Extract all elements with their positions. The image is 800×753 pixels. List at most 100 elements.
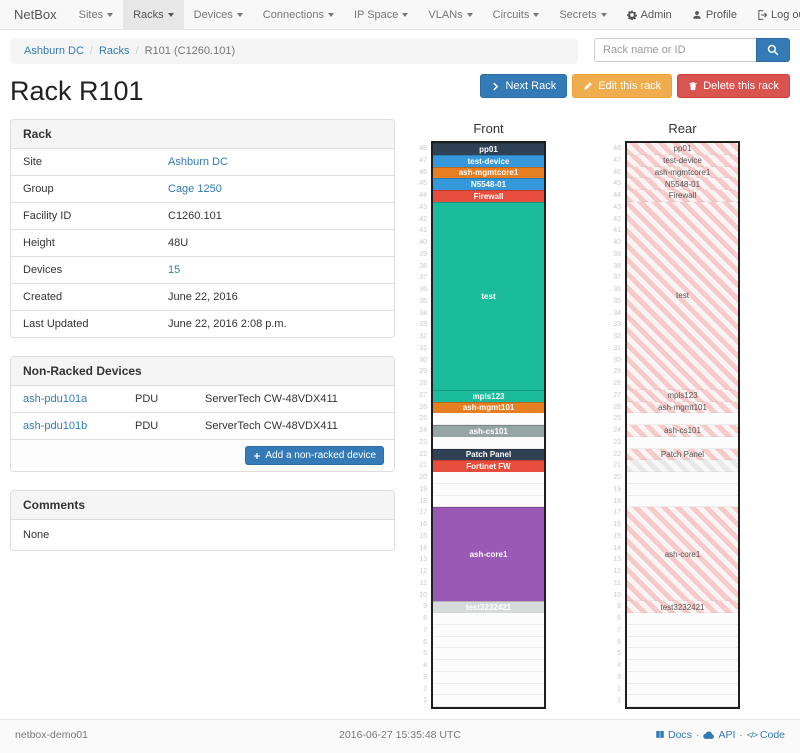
- nav-item-ip-space[interactable]: IP Space: [344, 0, 418, 29]
- footer-link-api[interactable]: API: [703, 729, 735, 741]
- nav-item-racks[interactable]: Racks: [123, 0, 184, 29]
- rack-unit-device[interactable]: pp01: [627, 143, 738, 155]
- rack-unit-device[interactable]: ash-mgmt101: [627, 402, 738, 414]
- unit-number: 38: [607, 261, 621, 273]
- rack-unit-device[interactable]: mpls123: [433, 390, 544, 402]
- breadcrumb-item[interactable]: Ashburn DC: [24, 45, 84, 57]
- unit-number: 27: [413, 390, 427, 402]
- rack-unit-device[interactable]: Fortinet FW: [433, 460, 544, 472]
- rack-unit-device[interactable]: ash-mgmt101: [433, 402, 544, 414]
- next-rack-button[interactable]: Next Rack: [480, 74, 567, 98]
- unit-number: 19: [607, 484, 621, 496]
- rack-unit-device[interactable]: pp01: [433, 143, 544, 155]
- rack-unit-device[interactable]: test-device: [433, 155, 544, 167]
- search-input[interactable]: [594, 38, 756, 62]
- rack-unit-device[interactable]: ash-cs101: [627, 425, 738, 437]
- footer-link-separator: ·: [696, 729, 700, 741]
- unit-number: 10: [413, 590, 427, 602]
- rack-unit-device[interactable]: test3232421: [433, 601, 544, 613]
- user-icon: [692, 10, 702, 20]
- unit-number: 14: [607, 543, 621, 555]
- footer-link-code[interactable]: </>Code: [747, 729, 785, 741]
- unit-number: 34: [413, 308, 427, 320]
- device-link[interactable]: ash-pdu101b: [23, 420, 87, 432]
- add-non-racked-device-button[interactable]: Add a non-racked device: [245, 446, 384, 465]
- rack-unit-empty: [627, 625, 738, 637]
- unit-number: 20: [413, 472, 427, 484]
- nav-item-secrets[interactable]: Secrets: [549, 0, 616, 29]
- attr-label: Site: [11, 149, 156, 175]
- nav-item-admin[interactable]: Admin: [617, 0, 682, 29]
- non-racked-footer: Add a non-racked device: [11, 440, 394, 471]
- device-link[interactable]: ash-pdu101a: [23, 393, 87, 405]
- unit-number: 48: [607, 143, 621, 155]
- device-name-cell: ash-pdu101b: [11, 413, 123, 439]
- table-row: ash-pdu101aPDUServerTech CW-48VDX411: [11, 386, 394, 413]
- nav-item-label: Sites: [79, 9, 103, 21]
- rack-unit-empty: [433, 613, 544, 625]
- nav-item-label: Racks: [133, 9, 164, 21]
- cloud-icon: [703, 730, 715, 740]
- unit-number: 19: [413, 484, 427, 496]
- unit-number: 47: [607, 155, 621, 167]
- main-menu: Sites Racks DevicesConnectionsIP SpaceVLAN…: [69, 0, 617, 29]
- attr-value-link[interactable]: Cage 1250: [168, 183, 222, 195]
- attr-value: C1260.101: [156, 203, 394, 229]
- nav-item-sites[interactable]: Sites: [69, 0, 123, 29]
- unit-number: 26: [607, 402, 621, 414]
- rack-actions: Next RackEdit this rackDelete this rack: [480, 74, 790, 98]
- rack-unit-device[interactable]: ash-core1: [433, 507, 544, 601]
- nav-item-profile[interactable]: Profile: [682, 0, 747, 29]
- unit-number: 35: [607, 296, 621, 308]
- rack-unit-device[interactable]: test-device: [627, 155, 738, 167]
- nav-item-devices[interactable]: Devices: [184, 0, 253, 29]
- rack-unit-empty: [433, 437, 544, 449]
- server-time: 2016-06-27 15:35:48 UTC: [235, 729, 565, 741]
- attr-value-link[interactable]: 15: [168, 264, 180, 276]
- unit-number: 25: [413, 413, 427, 425]
- top-navbar: NetBox Sites Racks DevicesConnectionsIP Sp…: [0, 0, 800, 30]
- breadcrumb-item[interactable]: Racks: [99, 45, 130, 57]
- unit-number: 43: [413, 202, 427, 214]
- rack-unit-empty: [433, 672, 544, 684]
- nav-item-log-out[interactable]: Log out: [747, 0, 800, 29]
- rack-unit-device[interactable]: ash-mgmtcore1: [627, 167, 738, 179]
- rack-unit-device[interactable]: test3232421: [627, 601, 738, 613]
- rack-unit-device[interactable]: ash-mgmtcore1: [433, 167, 544, 179]
- rack-unit-device[interactable]: test: [433, 202, 544, 390]
- rack-unit-device[interactable]: ash-core1: [627, 507, 738, 601]
- rack-panel-title: Rack: [11, 120, 394, 149]
- unit-number: 12: [413, 566, 427, 578]
- nav-item-connections[interactable]: Connections: [253, 0, 344, 29]
- table-row: ash-pdu101bPDUServerTech CW-48VDX411: [11, 413, 394, 440]
- unit-number: 48: [413, 143, 427, 155]
- unit-number: 22: [413, 449, 427, 461]
- search-button[interactable]: [756, 38, 790, 62]
- unit-number: 32: [413, 331, 427, 343]
- unit-number: 13: [607, 554, 621, 566]
- rack-unit-device[interactable]: ash-cs101: [433, 425, 544, 437]
- logout-icon: [757, 10, 767, 20]
- attr-value-link[interactable]: Ashburn DC: [168, 156, 228, 168]
- rack-unit-device[interactable]: Firewall: [627, 190, 738, 202]
- unit-number: 36: [607, 284, 621, 296]
- rack-unit-device[interactable]: [627, 460, 738, 472]
- rack-unit-device[interactable]: Patch Panel: [627, 449, 738, 461]
- rack-unit-device[interactable]: N5548-01: [433, 178, 544, 190]
- rack-unit-empty: [433, 472, 544, 484]
- netbox-brand[interactable]: NetBox: [10, 0, 69, 29]
- unit-number: 23: [607, 437, 621, 449]
- rack-unit-device[interactable]: mpls123: [627, 390, 738, 402]
- unit-number: 15: [607, 531, 621, 543]
- unit-number: 30: [413, 355, 427, 367]
- rack-unit-device[interactable]: Firewall: [433, 190, 544, 202]
- rear-elevation-title: Rear: [625, 121, 740, 136]
- footer-link-docs[interactable]: Docs: [655, 729, 692, 741]
- nav-item-vlans[interactable]: VLANs: [418, 0, 482, 29]
- rack-unit-device[interactable]: N5548-01: [627, 178, 738, 190]
- rack-unit-device[interactable]: Patch Panel: [433, 449, 544, 461]
- rack-unit-device[interactable]: test: [627, 202, 738, 390]
- nav-item-circuits[interactable]: Circuits: [483, 0, 550, 29]
- delete-this-rack-button[interactable]: Delete this rack: [677, 74, 790, 98]
- edit-this-rack-button[interactable]: Edit this rack: [572, 74, 672, 98]
